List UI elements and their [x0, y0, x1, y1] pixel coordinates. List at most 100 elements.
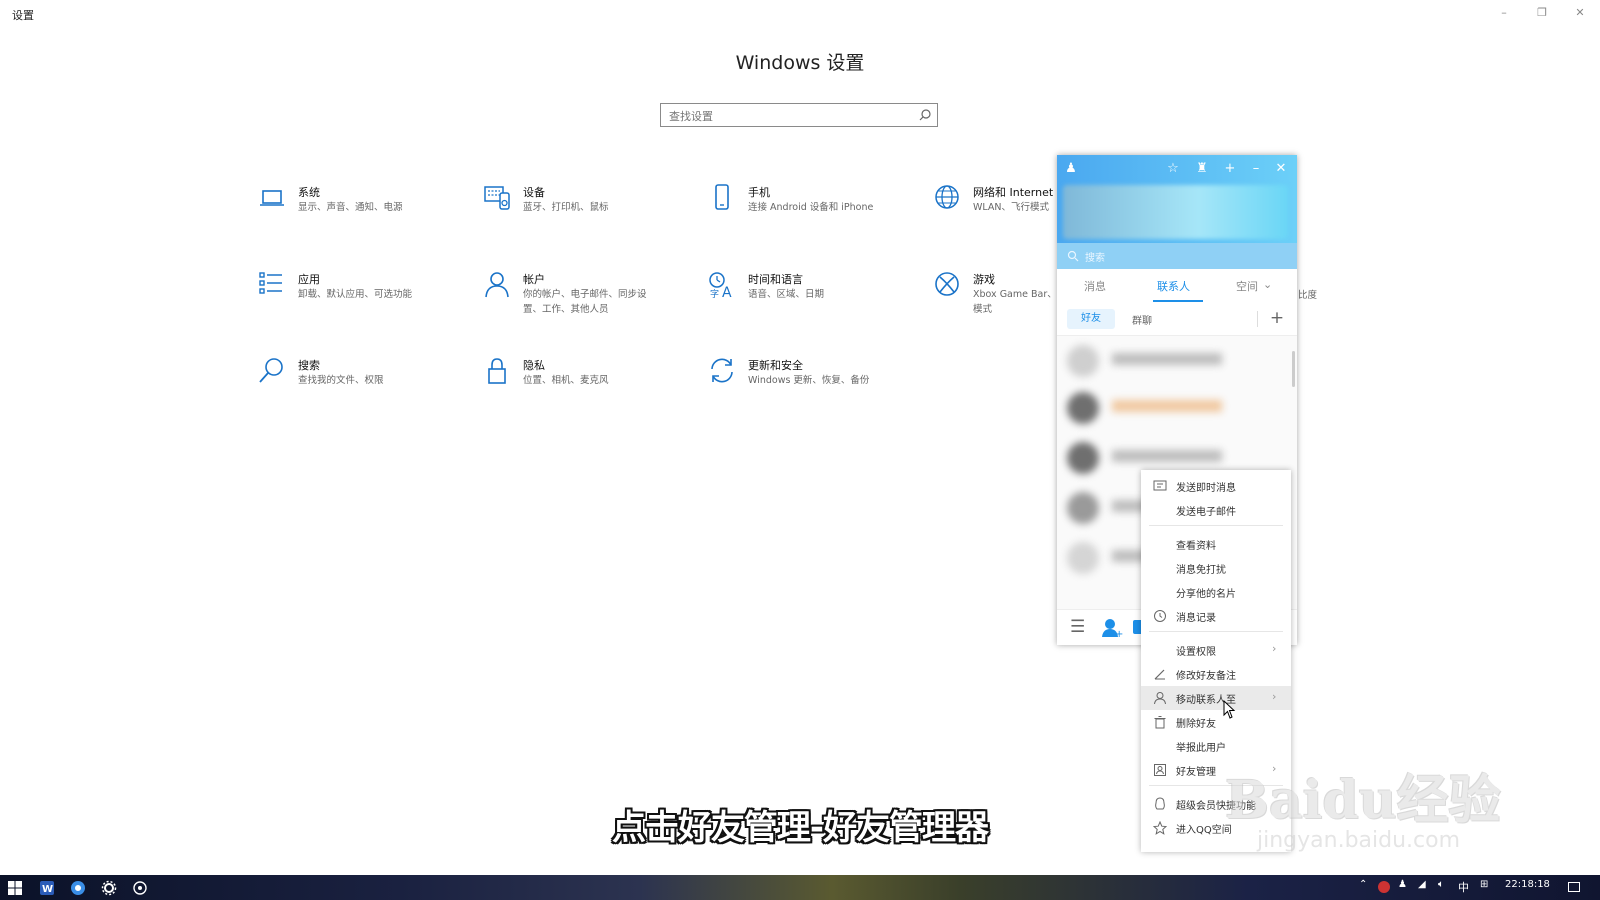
- menu-item-view-profile[interactable]: 查看资料: [1141, 532, 1291, 556]
- tile-name: 帐户: [523, 273, 545, 286]
- menu-item-do-not-disturb[interactable]: 消息免打扰: [1141, 556, 1291, 580]
- tile-desc: 显示、声音、通知、电源: [298, 202, 403, 213]
- qq-penguin-icon: ♟: [1065, 161, 1077, 176]
- subtab-groups[interactable]: 群聊: [1132, 312, 1152, 327]
- tile-accounts[interactable]: 帐户 你的帐户、电子邮件、同步设 置、工作、其他人员: [482, 270, 692, 330]
- tile-devices[interactable]: 设备 蓝牙、打印机、鼠标: [482, 183, 692, 243]
- clock-icon: [1154, 610, 1166, 622]
- ime-indicator[interactable]: 中: [1458, 879, 1469, 895]
- volume-mute-icon[interactable]: 🔈︎: [1438, 879, 1444, 890]
- tile-time-language[interactable]: A 字 时间和语言 语音、区域、日期: [707, 270, 917, 330]
- qq-tray-icon[interactable]: ♟: [1398, 879, 1407, 890]
- plus-icon[interactable]: +: [1222, 161, 1238, 177]
- page-title: Windows 设置: [735, 52, 865, 74]
- menu-item-edit-remark[interactable]: 修改好友备注: [1141, 662, 1291, 686]
- profile-area[interactable]: [1063, 185, 1288, 239]
- add-contact-icon[interactable]: +: [1101, 618, 1123, 638]
- menu-item-message-history[interactable]: 消息记录: [1141, 604, 1291, 628]
- chevron-down-icon[interactable]: ⌄: [1263, 278, 1272, 291]
- chevron-right-icon: ›: [1272, 690, 1277, 703]
- tab-space[interactable]: 空间: [1236, 278, 1258, 294]
- tile-desc: Xbox Game Bar、 模式: [973, 287, 1057, 317]
- tile-apps[interactable]: 应用 卸载、默认应用、可选功能: [257, 270, 467, 330]
- notification-icon[interactable]: [1568, 882, 1580, 892]
- apps-list-icon: [259, 272, 282, 294]
- browser-icon[interactable]: [69, 879, 87, 897]
- menu-item-share-card[interactable]: 分享他的名片: [1141, 580, 1291, 604]
- menu-item-label: 消息记录: [1176, 613, 1216, 624]
- app-circle-icon[interactable]: [131, 879, 149, 897]
- tile-name: 手机: [748, 186, 770, 199]
- settings-search-input[interactable]: [667, 106, 911, 126]
- contacts-icon: [1154, 764, 1166, 776]
- add-button[interactable]: +: [1267, 308, 1287, 328]
- chevron-right-icon: ›: [1272, 642, 1277, 655]
- svg-text:字: 字: [710, 288, 719, 300]
- app-tray-icon[interactable]: [1378, 881, 1390, 893]
- chevron-up-icon[interactable]: ⌃: [1359, 879, 1367, 890]
- tile-name: 网络和 Internet: [973, 186, 1054, 199]
- pencil-icon: [1154, 669, 1165, 680]
- person-icon: [485, 272, 509, 298]
- tab-contacts[interactable]: 联系人: [1157, 278, 1190, 294]
- tab-messages[interactable]: 消息: [1084, 278, 1106, 294]
- subtab-friends[interactable]: 好友: [1067, 309, 1115, 329]
- qq-search-placeholder: 搜索: [1085, 253, 1105, 264]
- tile-update-security[interactable]: 更新和安全 Windows 更新、恢复、备份: [707, 356, 917, 416]
- close-icon[interactable]: ✕: [1273, 161, 1289, 177]
- svg-text:W: W: [42, 884, 53, 895]
- video-subtitle: 点击好友管理-好友管理器: [611, 808, 989, 848]
- tile-search[interactable]: 搜索 查找我的文件、权限: [257, 356, 467, 416]
- settings-search-box[interactable]: [660, 103, 938, 127]
- list-item[interactable]: [1067, 392, 1282, 426]
- menu-item-label: 发送电子邮件: [1176, 507, 1236, 518]
- menu-item-permissions[interactable]: 设置权限 ›: [1141, 638, 1291, 662]
- qq-search-bar[interactable]: 搜索: [1057, 243, 1297, 269]
- menu-item-label: 发送即时消息: [1176, 483, 1236, 494]
- tile-phone[interactable]: 手机 连接 Android 设备和 iPhone: [707, 183, 917, 243]
- settings-gear-icon[interactable]: [100, 879, 118, 897]
- minimize-icon[interactable]: –: [1248, 161, 1264, 177]
- qq-header: ♟ ☆ ♜ + – ✕: [1057, 155, 1297, 243]
- menu-item-label: 好友管理: [1176, 767, 1216, 778]
- tile-system[interactable]: 系统 显示、声音、通知、电源: [257, 183, 467, 243]
- search-icon: [1067, 250, 1079, 262]
- search-icon[interactable]: [918, 108, 932, 122]
- tile-name: 时间和语言: [748, 273, 803, 286]
- phone-icon: [715, 184, 729, 210]
- tile-desc: 查找我的文件、权限: [298, 375, 384, 386]
- tile-desc-line: 模式: [973, 304, 993, 315]
- menu-item-send-email[interactable]: 发送电子邮件: [1141, 498, 1291, 522]
- lock-icon: [488, 358, 506, 384]
- star-icon[interactable]: ☆: [1165, 161, 1181, 177]
- menu-icon[interactable]: ☰: [1070, 617, 1085, 637]
- close-button[interactable]: ✕: [1571, 6, 1589, 20]
- scrollbar[interactable]: [1292, 351, 1295, 387]
- taskbar: W ⌃ ♟ ◢ 🔈︎ 中 ⊞ 22:18:18: [0, 875, 1600, 900]
- minimize-button[interactable]: –: [1495, 6, 1513, 20]
- word-icon[interactable]: W: [38, 879, 56, 897]
- tile-desc: 蓝牙、打印机、鼠标: [523, 202, 609, 213]
- avatar: [1067, 392, 1099, 424]
- refresh-icon: [711, 358, 733, 383]
- restore-button[interactable]: ❐: [1533, 6, 1551, 20]
- clock-time[interactable]: 22:18:18: [1505, 879, 1550, 890]
- menu-item-label: 举报此用户: [1176, 743, 1226, 754]
- skin-icon[interactable]: ♜: [1194, 161, 1210, 177]
- avatar: [1067, 345, 1099, 377]
- time-language-icon: A 字: [709, 272, 732, 300]
- trash-icon: [1154, 716, 1166, 729]
- keyboard-layout-icon[interactable]: ⊞: [1480, 879, 1488, 890]
- menu-separator: [1149, 525, 1283, 526]
- menu-item-send-message[interactable]: 发送即时消息: [1141, 474, 1291, 498]
- tile-desc: WLAN、飞行模式: [973, 202, 1050, 213]
- menu-item-move-contact[interactable]: 移动联系人至 ›: [1141, 686, 1291, 710]
- tile-privacy[interactable]: 隐私 位置、相机、麦克风: [482, 356, 692, 416]
- tile-name: 系统: [298, 186, 320, 199]
- search-icon: [259, 358, 283, 383]
- windows-start-icon[interactable]: [6, 879, 24, 897]
- network-icon[interactable]: ◢: [1418, 879, 1426, 890]
- list-item[interactable]: [1067, 345, 1282, 379]
- active-tab-indicator: [1153, 300, 1203, 302]
- contact-name: [1112, 353, 1222, 365]
